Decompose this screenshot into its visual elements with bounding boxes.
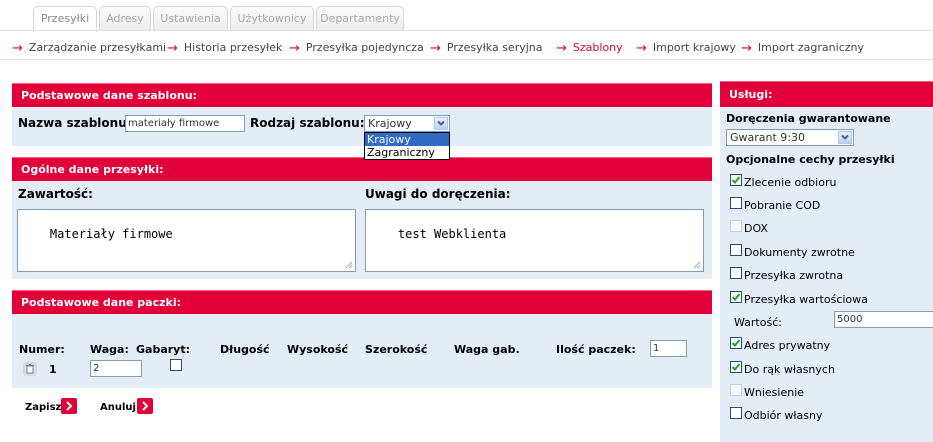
value-input[interactable] bbox=[834, 311, 933, 328]
main-tabs: Przesyłki Adresy Ustawienia Użytkownicy … bbox=[0, 0, 933, 32]
trash-icon bbox=[26, 364, 34, 374]
package-weight-input[interactable] bbox=[90, 360, 142, 377]
chevron-right-icon bbox=[66, 401, 73, 411]
general-panel-header: Ogólne dane przesyłki: bbox=[12, 157, 712, 181]
guaranteed-delivery-select[interactable]: Gwarant 9:30 bbox=[726, 129, 854, 146]
template-name-input[interactable] bbox=[125, 115, 245, 132]
subnav-pojedyncza[interactable]: → Przesyłka pojedyncza bbox=[289, 40, 424, 56]
chevron-down-icon bbox=[841, 134, 849, 140]
checkmark-icon bbox=[731, 293, 741, 301]
tab-departamenty[interactable]: Departamenty bbox=[316, 6, 404, 30]
arrow-right-icon: → bbox=[556, 41, 567, 56]
arrow-right-icon: → bbox=[741, 41, 752, 56]
option-label: DOX bbox=[744, 222, 768, 235]
package-row-number: 1 bbox=[49, 363, 57, 376]
tab-adresy[interactable]: Adresy bbox=[99, 6, 151, 30]
dropdown-option-krajowy[interactable]: Krajowy bbox=[365, 133, 449, 146]
delivery-notes-textarea[interactable]: test Webklienta bbox=[365, 209, 704, 272]
checkbox-pobranie-cod[interactable] bbox=[730, 197, 742, 209]
template-type-label: Rodzaj szablonu: bbox=[250, 116, 365, 130]
value-label: Wartość: bbox=[734, 316, 782, 329]
subnav-seryjna[interactable]: → Przesyłka seryjna bbox=[430, 40, 543, 56]
general-panel: Ogólne dane przesyłki: Zawartość: Materi… bbox=[12, 157, 712, 279]
delivery-notes-label: Uwagi do doręczenia: bbox=[365, 187, 511, 201]
package-panel: Podstawowe dane paczki: Numer: Waga: Gab… bbox=[12, 290, 712, 388]
tab-uzytkownicy[interactable]: Użytkownicy bbox=[230, 6, 314, 30]
sub-navigation: → Zarządzanie przesyłkami → Historia przes… bbox=[0, 31, 933, 60]
save-button[interactable] bbox=[61, 398, 77, 414]
template-panel: Podstawowe dane szablonu: Nazwa szablonu… bbox=[12, 83, 712, 146]
template-type-select[interactable]: Krajowy bbox=[364, 115, 450, 132]
option-label: Adres prywatny bbox=[744, 339, 831, 352]
col-wysokosc: Wysokość bbox=[287, 343, 349, 356]
option-label: Wniesienie bbox=[744, 386, 805, 399]
option-label: Odbiór własny bbox=[744, 409, 823, 422]
template-panel-header: Podstawowe dane szablonu: bbox=[12, 83, 712, 107]
subnav-import-krajowy[interactable]: → Import krajowy bbox=[636, 40, 736, 56]
dropdown-option-zagraniczny[interactable]: Zagraniczny bbox=[365, 146, 449, 159]
template-type-dropdown-list: Krajowy Zagraniczny bbox=[364, 132, 450, 160]
checkbox-przesylka-zwrotna[interactable] bbox=[730, 267, 742, 279]
checkmark-icon bbox=[731, 176, 741, 184]
subnav-szablony[interactable]: → Szablony bbox=[556, 40, 623, 56]
checkbox-dox bbox=[730, 220, 742, 232]
arrow-right-icon: → bbox=[12, 41, 23, 56]
arrow-right-icon: → bbox=[167, 41, 178, 56]
checkmark-icon bbox=[731, 363, 741, 371]
option-label: Przesyłka zwrotna bbox=[744, 269, 844, 282]
package-panel-header: Podstawowe dane paczki: bbox=[12, 290, 712, 314]
subnav-import-zagraniczny[interactable]: → Import zagraniczny bbox=[741, 40, 864, 56]
template-name-label: Nazwa szablonu: bbox=[18, 116, 132, 130]
content-textarea[interactable]: Materiały firmowe bbox=[17, 209, 356, 272]
delete-row-button[interactable] bbox=[23, 362, 37, 376]
option-label: Przesyłka wartościowa bbox=[744, 293, 868, 306]
checkbox-przesylka-wartosciowa[interactable] bbox=[730, 291, 742, 303]
resize-grip-icon[interactable] bbox=[345, 261, 353, 269]
chevron-right-icon bbox=[142, 401, 149, 411]
col-waga-gab: Waga gab. bbox=[454, 343, 520, 356]
checkbox-do-rak-wlasnych[interactable] bbox=[730, 361, 742, 373]
col-gabaryt: Gabaryt: bbox=[136, 343, 191, 356]
optional-features-label: Opcjonalne cechy przesyłki bbox=[726, 153, 895, 166]
package-count-input[interactable] bbox=[650, 340, 687, 357]
col-ilosc-paczek: Ilość paczek: bbox=[556, 343, 636, 356]
services-panel: Usługi: Doręczenia gwarantowane Gwarant … bbox=[720, 81, 933, 442]
option-label: Pobranie COD bbox=[744, 199, 821, 212]
checkbox-wniesienie bbox=[730, 384, 742, 396]
arrow-right-icon: → bbox=[636, 41, 647, 56]
tab-ustawienia[interactable]: Ustawienia bbox=[153, 6, 228, 30]
col-numer: Numer: bbox=[19, 343, 65, 356]
col-waga: Waga: bbox=[90, 343, 129, 356]
content-label: Zawartość: bbox=[18, 187, 93, 201]
services-panel-header: Usługi: bbox=[720, 81, 933, 107]
checkbox-adres-prywatny[interactable] bbox=[730, 337, 742, 349]
tab-przesylki[interactable]: Przesyłki bbox=[33, 6, 97, 32]
resize-grip-icon[interactable] bbox=[693, 261, 701, 269]
option-label: Dokumenty zwrotne bbox=[744, 246, 855, 259]
dropdown-button[interactable] bbox=[434, 117, 448, 130]
arrow-right-icon: → bbox=[289, 41, 300, 56]
subnav-historia[interactable]: → Historia przesyłek bbox=[167, 40, 282, 56]
subnav-zarzadzanie[interactable]: → Zarządzanie przesyłkami bbox=[12, 40, 166, 56]
col-dlugosc: Długość bbox=[220, 343, 270, 356]
guaranteed-delivery-label: Doręczenia gwarantowane bbox=[726, 112, 891, 125]
dropdown-button[interactable] bbox=[838, 131, 852, 144]
checkbox-zlecenie-odbioru[interactable] bbox=[730, 174, 742, 186]
arrow-right-icon: → bbox=[430, 41, 441, 56]
chevron-down-icon bbox=[437, 120, 445, 126]
save-label[interactable]: Zapisz bbox=[25, 402, 61, 413]
package-gabaryt-checkbox[interactable] bbox=[170, 359, 182, 371]
cancel-label[interactable]: Anuluj bbox=[100, 402, 136, 413]
cancel-button[interactable] bbox=[137, 398, 153, 414]
checkmark-icon bbox=[731, 339, 741, 347]
checkbox-odbior-wlasny[interactable] bbox=[730, 407, 742, 419]
checkbox-dokumenty-zwrotne[interactable] bbox=[730, 244, 742, 256]
option-label: Do rąk własnych bbox=[744, 363, 835, 376]
col-szerokosc: Szerokość bbox=[365, 343, 428, 356]
option-label: Zlecenie odbioru bbox=[744, 176, 837, 189]
